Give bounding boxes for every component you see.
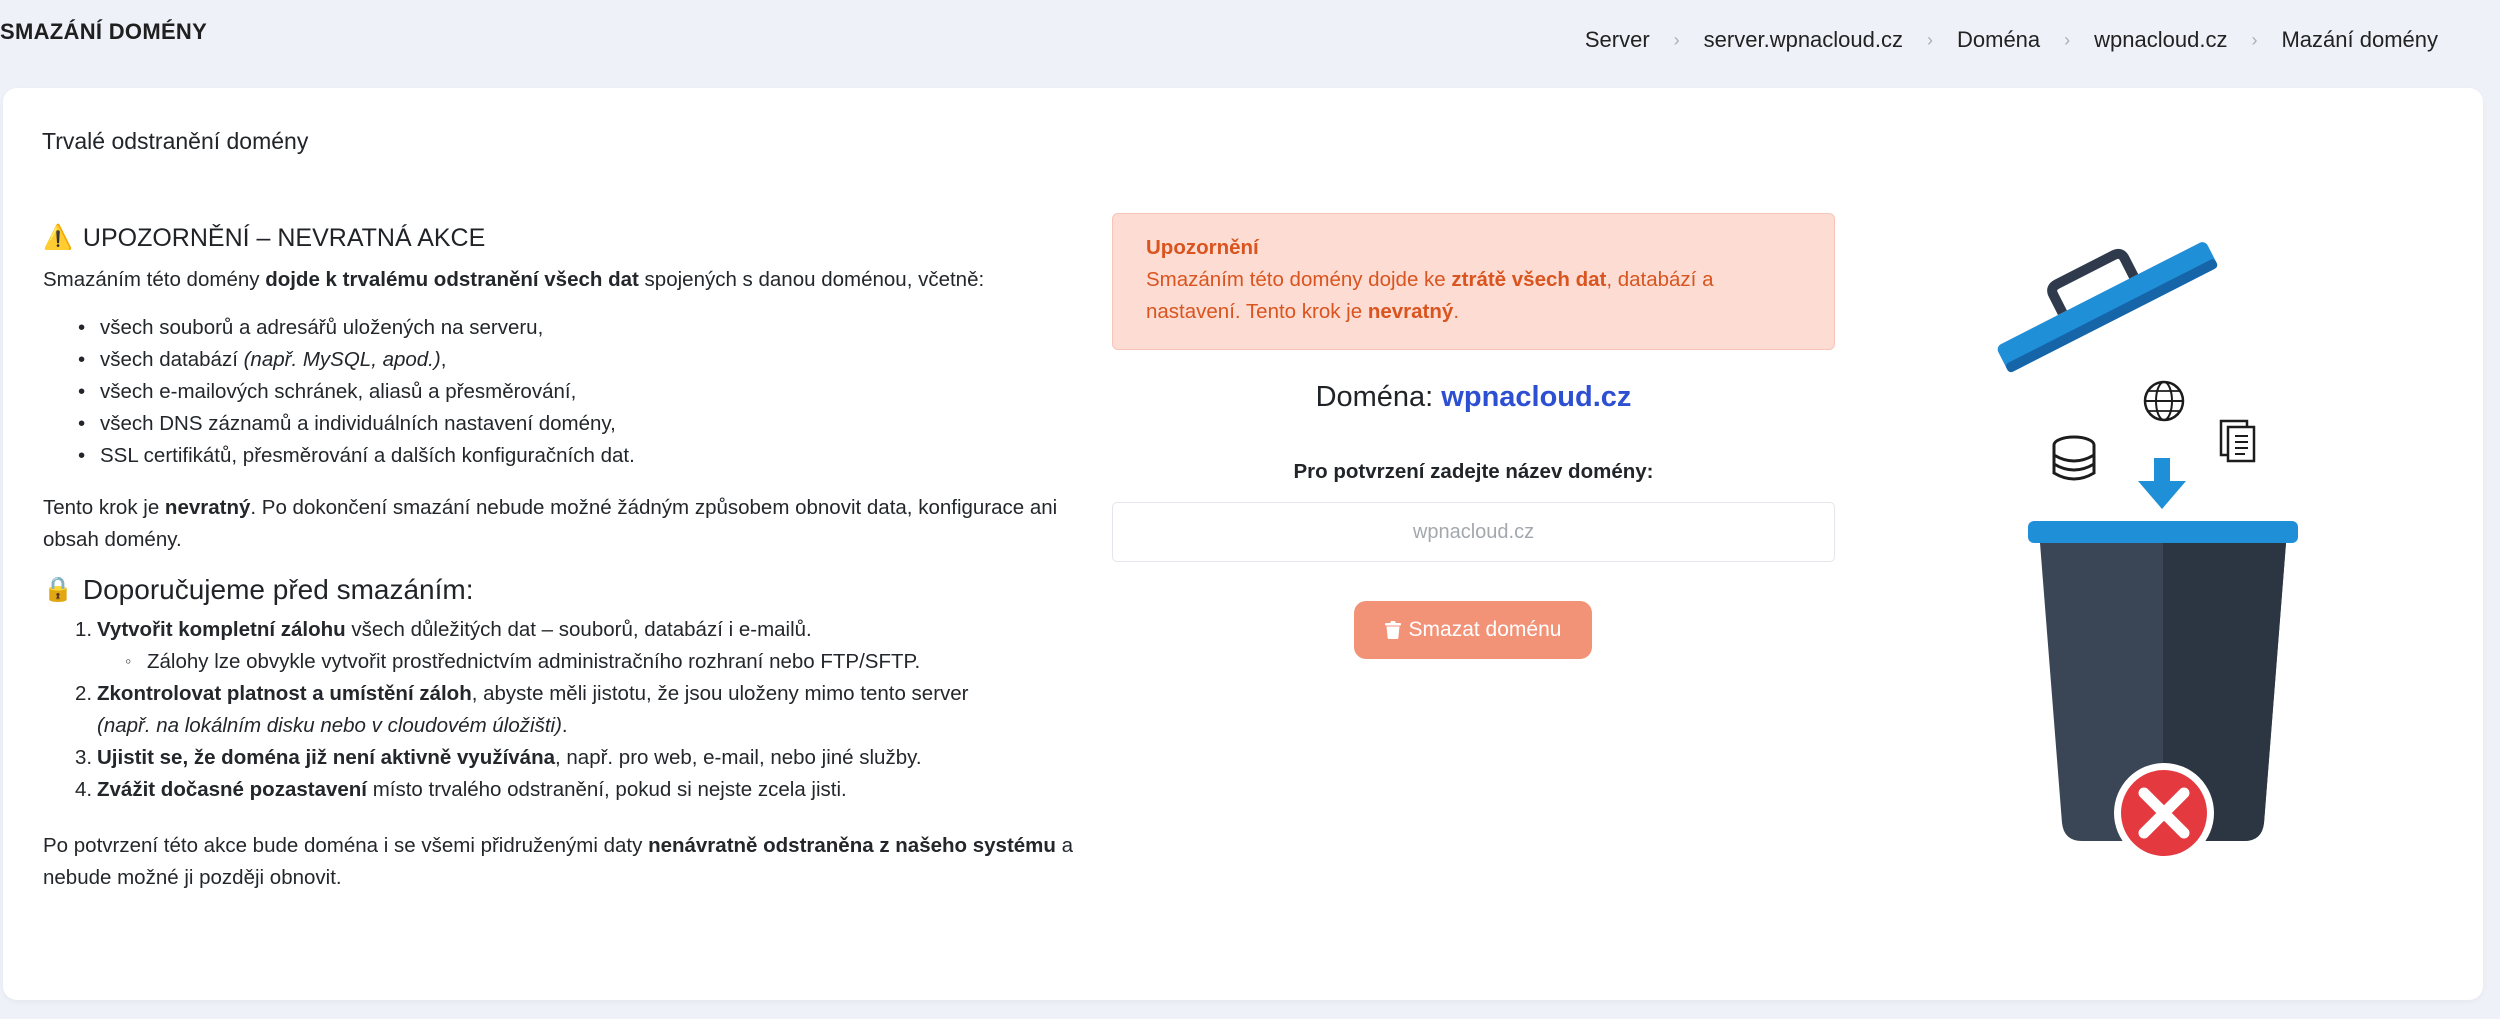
domain-confirm-input[interactable] xyxy=(1112,502,1835,562)
page-title: SMAZÁNÍ DOMÉNY xyxy=(0,19,208,44)
list-item: SSL certifikátů, přesměrování a dalších … xyxy=(78,440,1093,472)
warning-icon: ⚠️ xyxy=(43,224,73,251)
list-item: všech souborů a adresářů uložených na se… xyxy=(78,312,1093,344)
confirm-label: Pro potvrzení zadejte název domény: xyxy=(1293,460,1654,483)
delete-domain-button[interactable]: Smazat doménu xyxy=(1354,601,1592,659)
delete-domain-card: Trvalé odstranění domény ⚠️ UPOZORNĚNÍ –… xyxy=(3,88,2483,1000)
list-item: 1. Vytvořit kompletní zálohu všech důleži… xyxy=(75,618,812,641)
breadcrumb-current: Mazání domény xyxy=(2281,27,2438,52)
breadcrumb: Server › server.wpnacloud.cz › Doména › … xyxy=(1585,27,2438,53)
list-item: všech DNS záznamů a individuálních nasta… xyxy=(78,408,1093,440)
list-item: všech databází (např. MySQL, apod.), xyxy=(78,344,1093,376)
list-item: všech e-mailových schránek, aliasů a pře… xyxy=(78,376,1093,408)
bin-lid-icon xyxy=(1997,242,2218,373)
globe-icon xyxy=(2143,380,2185,422)
list-item: 2. Zkontrolovat platnost a umístění záloh… xyxy=(75,682,969,737)
database-icon xyxy=(2052,435,2096,481)
list-item: 4. Zvážit dočasné pozastavení místo trval… xyxy=(75,778,847,801)
domain-value: wpnacloud.cz xyxy=(1441,381,1632,413)
recommend-heading: 🔒 Doporučujeme před smazáním: xyxy=(43,574,474,605)
chevron-right-icon: › xyxy=(1673,29,1680,50)
chevron-right-icon: › xyxy=(1927,29,1933,50)
arrow-down-icon xyxy=(2138,458,2186,509)
final-note: Po potvrzení této akce bude doména i se … xyxy=(43,834,1074,889)
alert-text: Smazáním této domény dojde ke ztrátě vše… xyxy=(1146,268,1714,323)
breadcrumb-server-name[interactable]: server.wpnacloud.cz xyxy=(1704,27,1903,53)
chevron-right-icon: › xyxy=(2064,29,2071,50)
domain-display: Doména: wpnacloud.cz xyxy=(1315,381,1632,413)
warning-intro: Smazáním této domény dojde k trvalému od… xyxy=(43,268,985,291)
breadcrumb-domain-name[interactable]: wpnacloud.cz xyxy=(2094,27,2227,53)
lock-icon: 🔒 xyxy=(43,576,73,603)
alert-title: Upozornění xyxy=(1146,236,1259,259)
info-column: ⚠️ UPOZORNĚNÍ – NEVRATNÁ AKCE Smazáním t… xyxy=(43,222,1093,894)
card-title: Trvalé odstranění domény xyxy=(42,128,309,154)
warning-heading: ⚠️ UPOZORNĚNÍ – NEVRATNÁ AKCE xyxy=(43,224,486,252)
irreversible-note: Tento krok je nevratný. Po dokončení sma… xyxy=(43,496,1058,551)
warning-alert: Upozornění Smazáním této domény dojde ke… xyxy=(1112,213,1835,350)
recommend-list: 1. Vytvořit kompletní zálohu všech důleži… xyxy=(43,614,1093,806)
close-icon xyxy=(2114,763,2214,863)
page-header: SMAZÁNÍ DOMÉNY Server › server.wpnacloud… xyxy=(0,0,2500,80)
list-item: 3. Ujistit se, že doména již není aktivně… xyxy=(75,746,922,769)
documents-icon xyxy=(2219,419,2256,463)
trash-bin-illustration xyxy=(1997,242,2298,863)
breadcrumb-domain[interactable]: Doména xyxy=(1957,27,2040,53)
chevron-right-icon: › xyxy=(2251,29,2258,50)
list-subitem: Zálohy lze obvykle vytvořit prostřednict… xyxy=(97,645,1093,678)
trash-icon xyxy=(1384,621,1401,639)
breadcrumb-server[interactable]: Server xyxy=(1585,27,1650,53)
data-list: všech souborů a adresářů uložených na se… xyxy=(43,312,1093,472)
